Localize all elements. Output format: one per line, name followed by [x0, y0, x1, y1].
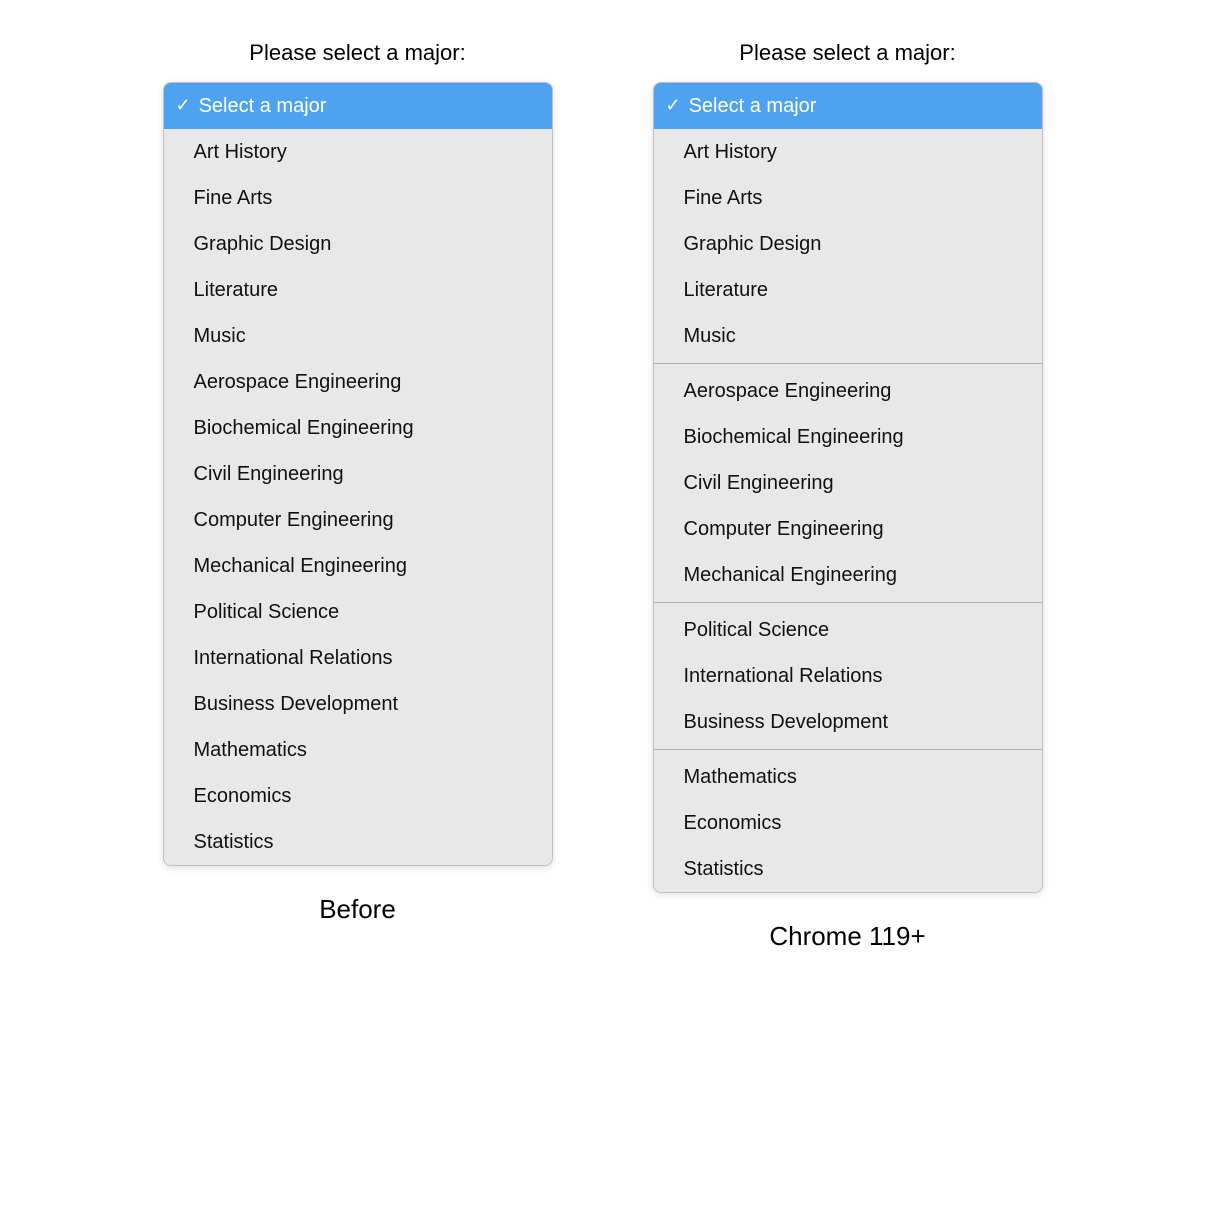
list-item[interactable]: Computer Engineering — [164, 497, 552, 543]
group-divider-1 — [654, 363, 1042, 364]
group-divider-2 — [654, 602, 1042, 603]
before-dropdown[interactable]: ✓ Select a major Art History Fine Arts G… — [163, 82, 553, 866]
list-item[interactable]: Graphic Design — [164, 221, 552, 267]
before-caption: Before — [319, 894, 396, 925]
list-item[interactable]: Economics — [654, 800, 1042, 846]
list-item[interactable]: Mathematics — [164, 727, 552, 773]
list-item[interactable]: Mechanical Engineering — [164, 543, 552, 589]
list-item[interactable]: Statistics — [164, 819, 552, 865]
group-divider-3 — [654, 749, 1042, 750]
after-caption: Chrome 119+ — [769, 921, 925, 952]
list-item[interactable]: Civil Engineering — [164, 451, 552, 497]
list-item[interactable]: Fine Arts — [164, 175, 552, 221]
list-item[interactable]: Mathematics — [654, 754, 1042, 800]
list-item[interactable]: Music — [164, 313, 552, 359]
list-item[interactable]: Political Science — [654, 607, 1042, 653]
list-item[interactable]: Graphic Design — [654, 221, 1042, 267]
before-selected-item[interactable]: ✓ Select a major — [164, 83, 552, 129]
after-panel: Please select a major: ✓ Select a major … — [653, 40, 1043, 952]
list-item[interactable]: Civil Engineering — [654, 460, 1042, 506]
list-item[interactable]: Mechanical Engineering — [654, 552, 1042, 598]
after-dropdown[interactable]: ✓ Select a major Art History Fine Arts G… — [653, 82, 1043, 893]
before-panel: Please select a major: ✓ Select a major … — [163, 40, 553, 925]
list-item[interactable]: Art History — [654, 129, 1042, 175]
list-item[interactable]: Political Science — [164, 589, 552, 635]
before-selected-label: Select a major — [199, 93, 327, 119]
page-container: Please select a major: ✓ Select a major … — [20, 40, 1185, 952]
checkmark-icon: ✓ — [176, 94, 191, 117]
list-item[interactable]: Literature — [654, 267, 1042, 313]
list-item[interactable]: Computer Engineering — [654, 506, 1042, 552]
list-item[interactable]: Aerospace Engineering — [164, 359, 552, 405]
list-item[interactable]: International Relations — [164, 635, 552, 681]
after-selected-item[interactable]: ✓ Select a major — [654, 83, 1042, 129]
list-item[interactable]: International Relations — [654, 653, 1042, 699]
checkmark-icon: ✓ — [666, 94, 681, 117]
after-selected-label: Select a major — [689, 93, 817, 119]
list-item[interactable]: Business Development — [654, 699, 1042, 745]
list-item[interactable]: Economics — [164, 773, 552, 819]
list-item[interactable]: Biochemical Engineering — [654, 414, 1042, 460]
list-item[interactable]: Literature — [164, 267, 552, 313]
list-item[interactable]: Aerospace Engineering — [654, 368, 1042, 414]
list-item[interactable]: Business Development — [164, 681, 552, 727]
list-item[interactable]: Statistics — [654, 846, 1042, 892]
list-item[interactable]: Biochemical Engineering — [164, 405, 552, 451]
after-label: Please select a major: — [739, 40, 955, 66]
list-item[interactable]: Art History — [164, 129, 552, 175]
list-item[interactable]: Music — [654, 313, 1042, 359]
list-item[interactable]: Fine Arts — [654, 175, 1042, 221]
before-label: Please select a major: — [249, 40, 465, 66]
